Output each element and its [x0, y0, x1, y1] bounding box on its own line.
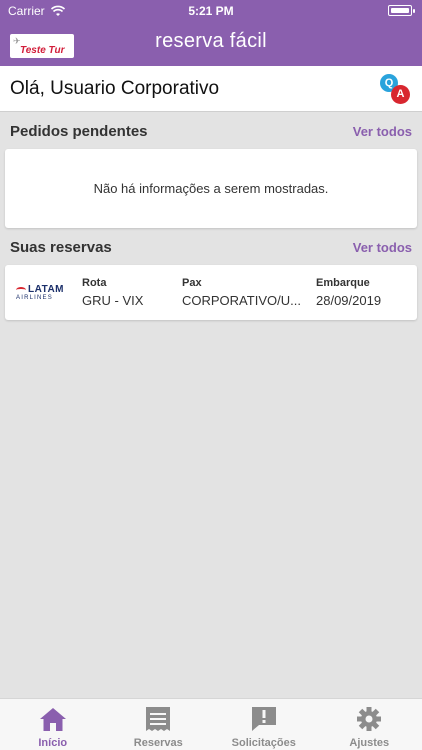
airline-logo: LATAM AIRLINES [16, 284, 72, 302]
tab-label: Reservas [133, 737, 183, 749]
app-header: Carrier 5:21 PM ✈ Teste Tur reserva fáci… [0, 0, 422, 66]
reservation-card[interactable]: LATAM AIRLINES Rota GRU - VIX Pax CORPOR… [5, 265, 417, 320]
status-bar: Carrier 5:21 PM [0, 0, 422, 22]
airline-logo-text: LATAM [28, 284, 65, 295]
receipt-icon [146, 707, 171, 731]
alert-message-icon [251, 707, 276, 731]
boarding-value: 28/09/2019 [316, 293, 382, 308]
route-value: GRU - VIX [82, 293, 144, 308]
pax-label: Pax [182, 277, 202, 289]
reservations-section-title: Suas reservas [10, 239, 112, 256]
pax-value: CORPORATIVO/U... [182, 293, 301, 308]
empty-message: Não há informações a serem mostradas. [93, 181, 329, 196]
status-time: 5:21 PM [188, 4, 234, 18]
greeting-text: Olá, Usuario Corporativo [10, 78, 220, 99]
tab-label: Solicitações [231, 737, 296, 749]
greeting-bar: Olá, Usuario Corporativo Q A [0, 66, 422, 112]
pending-see-all-link[interactable]: Ver todos [353, 124, 412, 139]
tab-label: Início [38, 737, 68, 749]
tab-reservas[interactable]: Reservas [106, 699, 212, 750]
route-label: Rota [82, 277, 107, 289]
tab-inicio[interactable]: Início [0, 699, 106, 750]
home-icon [39, 708, 66, 731]
airline-logo-subtext: AIRLINES [16, 295, 53, 301]
pending-section-title: Pedidos pendentes [10, 123, 148, 140]
qa-help-icon[interactable]: Q A [380, 74, 410, 104]
boarding-column: Embarque 28/09/2019 [316, 277, 381, 308]
qa-a-bubble: A [391, 85, 410, 104]
pending-empty-card: Não há informações a serem mostradas. [5, 149, 417, 228]
reservations-see-all-link[interactable]: Ver todos [353, 240, 412, 255]
tab-bar: Início Reservas Solicitações Ajustes [0, 698, 422, 750]
tab-solicitacoes[interactable]: Solicitações [211, 699, 317, 750]
gear-icon [357, 707, 382, 731]
brand-title: reserva fácil [155, 30, 267, 52]
boarding-label: Embarque [316, 277, 370, 289]
battery-icon [388, 5, 415, 16]
route-column: Rota GRU - VIX [82, 277, 143, 308]
latam-swoosh-icon [16, 286, 26, 293]
tab-ajustes[interactable]: Ajustes [317, 699, 422, 750]
pax-column: Pax CORPORATIVO/U... [182, 277, 301, 308]
tab-label: Ajustes [349, 737, 390, 749]
